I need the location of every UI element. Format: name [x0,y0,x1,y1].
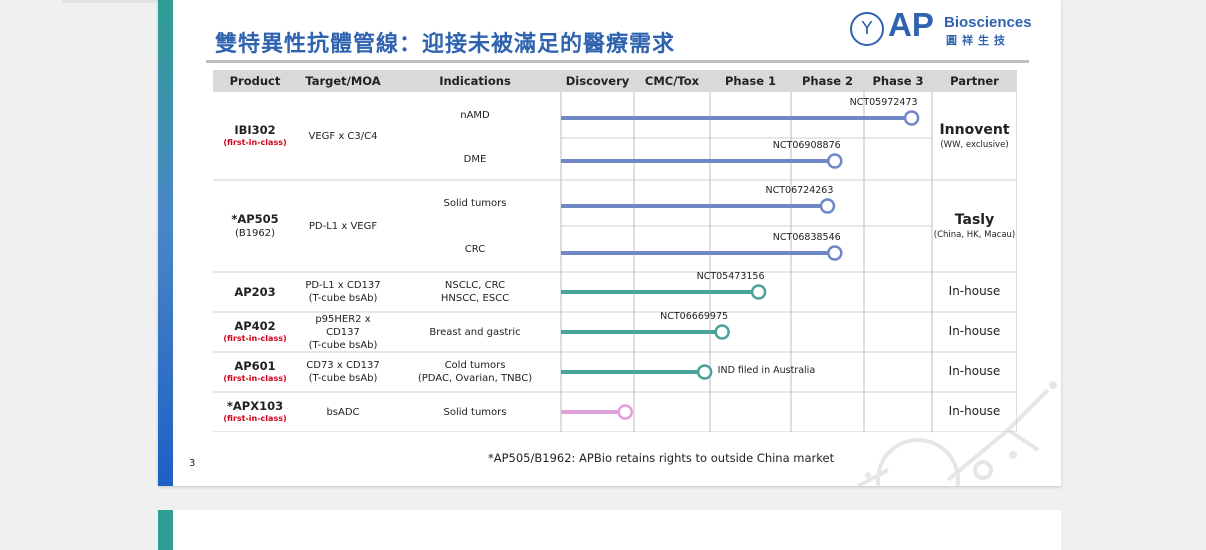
product-cell: AP203 [213,272,297,312]
indication-label: DME [463,153,487,165]
target-moa: PD-L1 x VEGF [308,220,378,232]
target-format: (T-cube bsAb) [308,293,378,304]
partner-rights: (WW, exclusive) [940,139,1009,150]
product-name: *AP505 [231,212,279,227]
partner-name: In-house [948,324,1001,339]
indication-cell: NSCLC, CRC HNSCC, ESCC [389,272,561,312]
indication-cell: Solid tumors [389,180,561,226]
target-cell: bsADC [297,392,389,432]
indication-label: Cold tumors [444,360,506,371]
trial-id-label: NCT06908876 [772,140,841,151]
progress-marker [714,324,730,340]
logo-text-biosciences: Biosciences [944,14,1032,31]
indication-cell: Cold tumors (PDAC, Ovarian, TNBC) [389,352,561,392]
target-moa: PD-L1 x CD137 [305,280,381,291]
logo-text-chinese: 圓祥生技 [946,34,1010,47]
indication-label: Breast and gastric [429,326,521,338]
product-code: (B1962) [234,227,276,239]
next-slide-accent-bar [158,510,173,550]
partner-name: Tasly [954,212,995,229]
target-cell: VEGF x C3/C4 [297,92,389,180]
partner-name: Innovent [939,122,1010,139]
status-note: IND filed in Australia [717,365,816,376]
indication-label: Solid tumors [443,197,507,209]
indication-label-2: HNSCC, ESCC [440,293,510,304]
product-cell: AP402 (first-in-class) [213,312,297,352]
logo-text-ap: AP [888,6,934,43]
product-name: AP601 [234,359,276,374]
product-name: *APX103 [226,399,284,414]
indication-cell: CRC [389,226,561,272]
indication-label: CRC [464,243,486,255]
product-name: IBI302 [234,123,276,138]
indication-cell: Solid tumors [389,392,561,432]
indication-cell: Breast and gastric [389,312,561,352]
partner-cell: In-house [932,392,1017,432]
company-logo: Y AP Biosciences 圓祥生技 [848,6,1038,50]
slide: 雙特異性抗體管線：迎接未被滿足的醫療需求 Y AP Biosciences 圓祥… [158,0,1061,486]
partner-cell: In-house [932,352,1017,392]
first-in-class-tag: (first-in-class) [223,138,287,148]
partner-cell: Innovent (WW, exclusive) [932,92,1017,180]
accent-bar [158,0,173,486]
indication-label: nAMD [460,109,490,121]
product-cell: IBI302 (first-in-class) [213,92,297,180]
next-slide [158,510,1061,550]
progress-marker [819,198,836,214]
logo-mark-icon: Y [850,12,884,46]
trial-id-label: NCT06669975 [660,311,729,322]
trial-id-label: NCT05473156 [696,271,765,282]
product-cell: AP601 (first-in-class) [213,352,297,392]
trial-id-label: NCT06724263 [765,185,834,196]
first-in-class-tag: (first-in-class) [223,374,287,384]
indication-label-2: (PDAC, Ovarian, TNBC) [417,373,533,384]
indication-label: Solid tumors [443,406,507,418]
indication-label: NSCLC, CRC [444,280,506,291]
product-cell: *APX103 (first-in-class) [213,392,297,432]
target-format: (T-cube bsAb) [308,339,378,351]
partner-cell: Tasly (China, HK, Macau) [932,180,1017,272]
target-format: (T-cube bsAb) [308,373,378,384]
target-moa: p95HER2 x CD137 [315,313,371,338]
target-moa: VEGF x C3/C4 [308,130,378,142]
first-in-class-tag: (first-in-class) [223,414,287,424]
indication-cell: DME [389,138,561,180]
target-moa: bsADC [326,406,360,418]
product-name: AP203 [234,284,276,299]
target-cell: CD73 x CD137 (T-cube bsAb) [297,352,389,392]
partner-name: In-house [948,284,1001,299]
progress-marker [750,284,767,300]
target-cell: PD-L1 x CD137 (T-cube bsAb) [297,272,389,312]
trial-id-label: NCT05972473 [849,97,918,108]
progress-marker [696,364,713,380]
partner-name: In-house [948,364,1001,379]
product-name: AP402 [234,319,276,334]
product-cell: *AP505 (B1962) [213,180,297,272]
title-underline [206,60,1029,63]
progress-marker [617,404,633,420]
first-in-class-tag: (first-in-class) [223,334,287,344]
target-moa: CD73 x CD137 [306,360,380,371]
footnote: *AP505/B1962: APBio retains rights to ou… [488,451,835,465]
target-cell: PD-L1 x VEGF [297,180,389,272]
partner-name: In-house [948,404,1001,419]
progress-marker [827,153,843,169]
pipeline-table: Product Target/MOA Indications Discovery CMC… [213,70,1017,432]
trial-id-label: NCT06838546 [772,232,841,243]
target-cell: p95HER2 x CD137 (T-cube bsAb) [297,312,389,352]
partner-cell: In-house [932,272,1017,312]
indication-cell: nAMD [389,92,561,138]
progress-marker [827,245,843,261]
slide-title: 雙特異性抗體管線：迎接未被滿足的醫療需求 [215,32,676,57]
partner-rights: (China, HK, Macau) [933,229,1016,240]
progress-marker [903,110,920,126]
page-number: 3 [189,458,196,469]
partner-cell: In-house [932,312,1017,352]
